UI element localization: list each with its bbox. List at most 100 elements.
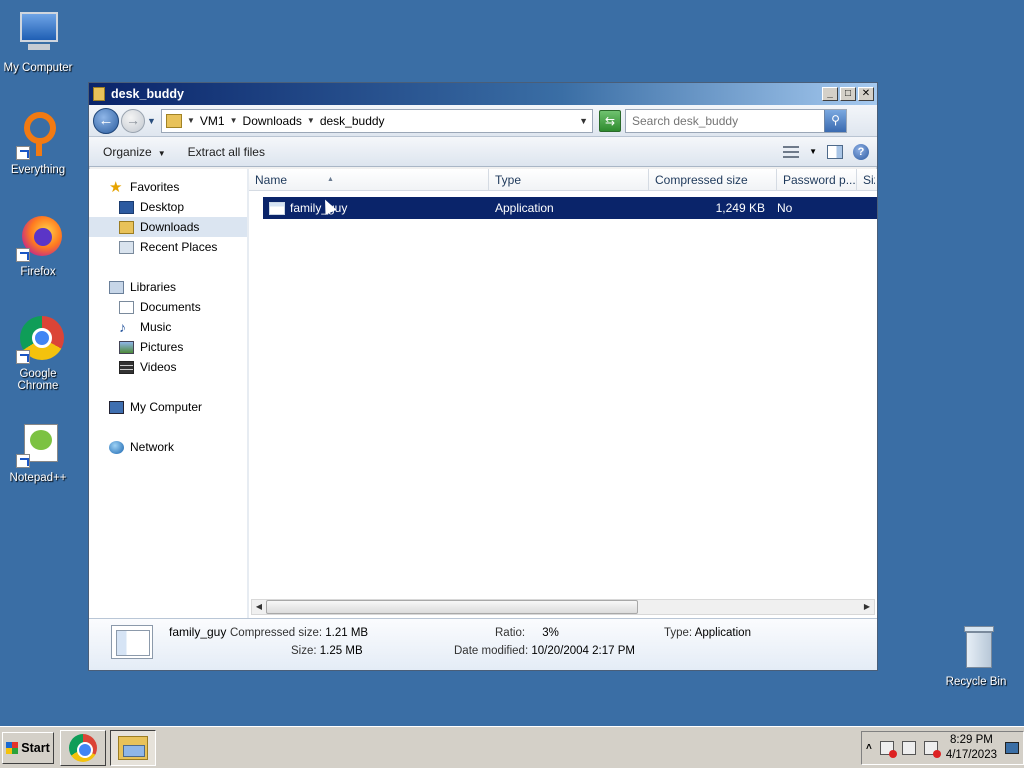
file-compressed-size: 1,249 KB — [715, 201, 765, 215]
scrollbar-thumb[interactable] — [266, 600, 638, 614]
preview-pane-icon[interactable] — [827, 144, 843, 159]
nav-label: Documents — [140, 300, 201, 314]
volume-muted-icon[interactable] — [923, 740, 941, 758]
desktop-icon-firefox[interactable]: Firefox — [0, 214, 76, 278]
nav-pictures[interactable]: Pictures — [89, 337, 248, 357]
search-input[interactable] — [626, 110, 824, 131]
videos-icon — [119, 360, 134, 374]
windows-logo-icon — [6, 741, 19, 754]
taskbar-explorer-button[interactable] — [110, 729, 156, 766]
maximize-button[interactable]: □ — [840, 87, 856, 101]
windows-explorer-icon — [118, 735, 148, 760]
clock-time: 8:29 PM — [950, 733, 993, 746]
table-row[interactable]: family_guy Application 1,249 KB No — [263, 197, 877, 219]
file-name: family_guy — [290, 201, 348, 215]
column-header-type[interactable]: Type — [489, 169, 649, 190]
search-icon[interactable]: ⚲ — [824, 109, 846, 132]
column-header-password-protected[interactable]: Password p... — [777, 169, 857, 190]
close-button[interactable]: ✕ — [858, 87, 874, 101]
details-compressed-size-label: Compressed size: — [230, 627, 323, 639]
desktop-icon-notepad-plus-plus[interactable]: Notepad++ — [0, 420, 76, 484]
file-thumbnail-icon — [111, 625, 153, 659]
nav-label: Network — [130, 440, 175, 454]
nav-downloads[interactable]: Downloads — [89, 217, 248, 237]
column-header-compressed-size[interactable]: Compressed size — [649, 169, 777, 190]
clock[interactable]: 8:29 PM 4/17/2023 — [946, 733, 997, 763]
nav-videos[interactable]: Videos — [89, 357, 248, 377]
start-button[interactable]: Start — [2, 731, 54, 764]
back-button[interactable]: ← — [93, 107, 119, 134]
details-type-label: Type: — [664, 627, 693, 639]
window-titlebar[interactable]: desk_buddy _ □ ✕ — [89, 83, 877, 105]
breadcrumb-desk-buddy[interactable]: desk_buddy — [320, 114, 385, 128]
extract-all-files-button[interactable]: Extract all files — [182, 142, 271, 162]
shortcut-arrow-icon — [16, 248, 30, 262]
view-options-dropdown-icon[interactable]: ▼ — [809, 147, 817, 156]
scroll-left-icon[interactable]: ◀ — [252, 600, 266, 614]
desktop-icon-everything[interactable]: Everything — [0, 112, 76, 176]
details-date-modified: 10/20/2004 2:17 PM — [531, 645, 635, 657]
nav-label: Pictures — [140, 340, 184, 354]
nav-favorites[interactable]: ★ Favorites — [89, 177, 248, 197]
breadcrumb-separator-icon[interactable]: ▼ — [230, 116, 238, 125]
search-box[interactable]: ⚲ — [625, 108, 847, 133]
network-status-icon[interactable] — [901, 740, 916, 755]
show-hidden-icons-icon[interactable]: ˄ — [866, 742, 872, 753]
nav-documents[interactable]: Documents — [89, 297, 248, 317]
column-header-name[interactable]: Name ▲ — [249, 169, 489, 190]
desktop-icon-label: Everything — [10, 164, 66, 176]
organize-button[interactable]: Organize ▼ — [97, 142, 172, 162]
desktop-icon-recycle-bin[interactable]: Recycle Bin — [938, 624, 1014, 688]
system-tray: ˄ 8:29 PM 4/17/2023 — [860, 730, 1024, 765]
pictures-icon — [119, 340, 134, 354]
refresh-button[interactable]: ⇆ — [599, 109, 621, 132]
breadcrumb-separator-icon[interactable]: ▼ — [307, 116, 315, 125]
nav-label: Music — [140, 320, 172, 334]
nav-my-computer[interactable]: My Computer — [89, 397, 248, 417]
details-pane: family_guy Compressed size: 1.21 MB Size… — [89, 618, 877, 670]
address-dropdown-icon[interactable]: ▼ — [579, 116, 588, 126]
breadcrumb-separator-icon[interactable]: ▼ — [187, 116, 195, 125]
desktop-icon-my-computer[interactable]: My Computer — [0, 10, 76, 74]
recent-places-icon — [119, 240, 134, 254]
libraries-icon — [109, 280, 124, 294]
nav-network[interactable]: Network — [89, 437, 248, 457]
taskbar: Start ˄ 8:29 PM 4/17/2023 — [0, 726, 1024, 768]
column-label: Name — [255, 172, 288, 187]
nav-desktop[interactable]: Desktop — [89, 197, 248, 217]
documents-icon — [119, 300, 134, 314]
zip-folder-icon — [93, 87, 105, 101]
command-bar: Organize ▼ Extract all files ▼ ? — [89, 137, 877, 167]
address-bar[interactable]: ▼ VM1 ▼ Downloads ▼ desk_buddy ▼ — [161, 108, 593, 133]
forward-button[interactable]: → — [121, 108, 145, 133]
column-header-size[interactable]: Siz — [857, 169, 875, 190]
nav-recent-places[interactable]: Recent Places — [89, 237, 248, 257]
help-icon[interactable]: ? — [853, 143, 869, 160]
start-label: Start — [21, 740, 50, 755]
horizontal-scrollbar[interactable]: ◀ ▶ — [251, 599, 875, 615]
desktop-icon-google-chrome[interactable]: Google Chrome — [0, 316, 76, 392]
computer-icon — [14, 10, 62, 58]
recent-pages-dropdown[interactable]: ▼ — [147, 116, 157, 126]
breadcrumb-vm1[interactable]: VM1 — [200, 114, 225, 128]
file-list-pane: Name ▲ Type Compressed size Password p...… — [249, 169, 877, 619]
nav-libraries[interactable]: Libraries — [89, 277, 248, 297]
minimize-button[interactable]: _ — [822, 87, 838, 101]
change-view-icon[interactable] — [783, 145, 800, 158]
details-size-label: Size: — [291, 645, 317, 657]
nav-label: Desktop — [140, 200, 185, 214]
details-ratio: 3% — [542, 627, 559, 639]
explorer-window: desk_buddy _ □ ✕ ← → ▼ ▼ VM1 ▼ Downloads… — [88, 82, 878, 671]
nav-label: My Computer — [130, 400, 203, 414]
action-center-flag-icon[interactable] — [879, 740, 897, 758]
show-desktop-icon[interactable] — [1005, 741, 1019, 754]
scroll-right-icon[interactable]: ▶ — [860, 600, 874, 614]
taskbar-chrome-button[interactable] — [60, 729, 106, 766]
everything-icon — [14, 112, 62, 160]
nav-music[interactable]: ♪ Music — [89, 317, 248, 337]
computer-icon — [109, 400, 124, 414]
details-compressed-size: 1.21 MB — [325, 627, 369, 639]
nav-label: Downloads — [140, 220, 200, 234]
breadcrumb-downloads[interactable]: Downloads — [243, 114, 302, 128]
details-type: Application — [694, 627, 751, 639]
